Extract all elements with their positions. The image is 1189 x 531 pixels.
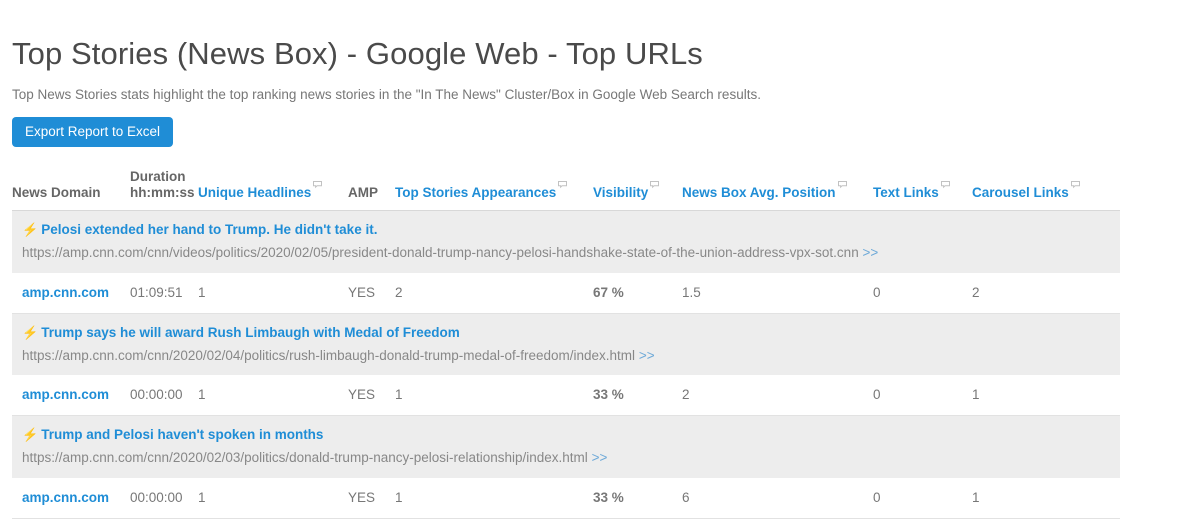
column-header-carousel-links[interactable]: Carousel Links xyxy=(972,169,1120,212)
story-url-expand-link[interactable]: >> xyxy=(639,348,655,363)
amp-bolt-icon: ⚡ xyxy=(22,324,39,340)
amp-bolt-icon: ⚡ xyxy=(22,222,39,238)
page-subtitle: Top News Stories stats highlight the top… xyxy=(12,86,761,102)
column-header-label-line2: hh:mm:ss xyxy=(130,185,195,201)
cell-duration: 00:00:00 xyxy=(130,375,198,417)
cell-text-links: 0 xyxy=(873,375,972,417)
story-title-text[interactable]: Trump says he will award Rush Limbaugh w… xyxy=(41,325,460,340)
story-url-text: https://amp.cnn.com/cnn/2020/02/03/polit… xyxy=(22,449,588,465)
column-header-top-stories-appearances[interactable]: Top Stories Appearances xyxy=(395,169,593,212)
story-url-text: https://amp.cnn.com/cnn/videos/politics/… xyxy=(22,245,859,261)
column-header-label[interactable]: News Box Avg. Position xyxy=(682,185,836,200)
cell-news-domain: amp.cnn.com xyxy=(12,272,130,314)
story-header-cell: ⚡ Trump says he will award Rush Limbaugh … xyxy=(12,312,1120,376)
tooltip-icon[interactable] xyxy=(1070,181,1080,189)
story-title-text[interactable]: Trump and Pelosi haven't spoken in month… xyxy=(41,427,323,442)
story-url: https://amp.cnn.com/cnn/videos/politics/… xyxy=(22,244,1110,262)
story-header-cell: ⚡ Pelosi extended her hand to Trump. He d… xyxy=(12,210,1120,273)
cell-unique-headlines: 1 xyxy=(198,272,348,314)
tooltip-icon[interactable] xyxy=(313,181,323,189)
export-report-to-excel-button[interactable]: Export Report to Excel xyxy=(12,116,174,148)
cell-amp: YES xyxy=(348,477,395,519)
column-header-label[interactable]: Top Stories Appearances xyxy=(395,185,556,200)
cell-carousel-links: 1 xyxy=(972,375,1120,417)
tooltip-icon[interactable] xyxy=(650,181,660,189)
cell-duration: 01:09:51 xyxy=(130,272,198,314)
table-header-row: News Domain Duration hh:mm:ss Unique Hea… xyxy=(12,169,1120,212)
cell-news-domain: amp.cnn.com xyxy=(12,375,130,417)
cell-text-links: 0 xyxy=(873,477,972,519)
news-domain-link[interactable]: amp.cnn.com xyxy=(22,285,109,300)
story-header-row: ⚡ Pelosi extended her hand to Trump. He d… xyxy=(12,210,1120,273)
column-header-label[interactable]: Text Links xyxy=(873,185,939,200)
tooltip-icon[interactable] xyxy=(837,181,847,189)
cell-unique-headlines: 1 xyxy=(198,477,348,519)
news-domain-link[interactable]: amp.cnn.com xyxy=(22,490,109,505)
tooltip-icon[interactable] xyxy=(940,181,950,189)
cell-visibility: 67 % xyxy=(593,272,682,314)
column-header-news-domain: News Domain xyxy=(12,169,130,212)
column-header-visibility[interactable]: Visibility xyxy=(593,169,682,212)
page-title: Top Stories (News Box) - Google Web - To… xyxy=(12,36,703,71)
column-header-text-links[interactable]: Text Links xyxy=(873,169,972,212)
report-page: Top Stories (News Box) - Google Web - To… xyxy=(0,0,1189,519)
table-row: amp.cnn.com 00:00:00 1 YES 1 33 % 2 0 1 xyxy=(12,375,1120,417)
table-row: amp.cnn.com 01:09:51 1 YES 2 67 % 1.5 0 … xyxy=(12,272,1120,314)
table-row: amp.cnn.com 00:00:00 1 YES 1 33 % 6 0 1 xyxy=(12,477,1120,519)
story-url: https://amp.cnn.com/cnn/2020/02/03/polit… xyxy=(22,449,1110,467)
cell-carousel-links: 2 xyxy=(972,272,1120,314)
amp-bolt-icon: ⚡ xyxy=(22,427,39,443)
table-body: ⚡ Pelosi extended her hand to Trump. He d… xyxy=(12,210,1120,519)
story-header-row: ⚡ Trump and Pelosi haven't spoken in mont… xyxy=(12,415,1120,478)
cell-top-stories-appearances: 1 xyxy=(395,477,593,519)
cell-amp: YES xyxy=(348,272,395,314)
story-title-link[interactable]: ⚡ Pelosi extended her hand to Trump. He d… xyxy=(22,221,1110,239)
column-header-label[interactable]: Unique Headlines xyxy=(198,185,311,200)
story-header-cell: ⚡ Trump and Pelosi haven't spoken in mont… xyxy=(12,415,1120,478)
cell-news-domain: amp.cnn.com xyxy=(12,477,130,519)
cell-text-links: 0 xyxy=(873,272,972,314)
cell-news-box-avg-position: 2 xyxy=(682,375,873,417)
cell-amp: YES xyxy=(348,375,395,417)
cell-carousel-links: 1 xyxy=(972,477,1120,519)
story-url-text: https://amp.cnn.com/cnn/2020/02/04/polit… xyxy=(22,347,636,363)
story-title-link[interactable]: ⚡ Trump says he will award Rush Limbaugh … xyxy=(22,324,1110,342)
column-header-duration: Duration hh:mm:ss xyxy=(130,169,198,212)
column-header-label[interactable]: Visibility xyxy=(593,185,648,200)
cell-top-stories-appearances: 2 xyxy=(395,272,593,314)
cell-news-box-avg-position: 6 xyxy=(682,477,873,519)
cell-unique-headlines: 1 xyxy=(198,375,348,417)
news-domain-link[interactable]: amp.cnn.com xyxy=(22,387,109,402)
story-url: https://amp.cnn.com/cnn/2020/02/04/polit… xyxy=(22,347,1110,365)
column-header-unique-headlines[interactable]: Unique Headlines xyxy=(198,169,348,212)
story-title-text[interactable]: Pelosi extended her hand to Trump. He di… xyxy=(41,222,377,237)
column-header-label-line1: Duration xyxy=(130,169,186,185)
cell-top-stories-appearances: 1 xyxy=(395,375,593,417)
cell-news-box-avg-position: 1.5 xyxy=(682,272,873,314)
column-header-label[interactable]: Carousel Links xyxy=(972,185,1069,200)
tooltip-icon[interactable] xyxy=(558,181,568,189)
story-header-row: ⚡ Trump says he will award Rush Limbaugh … xyxy=(12,312,1120,376)
column-header-amp: AMP xyxy=(348,169,395,212)
column-header-label: News Domain xyxy=(12,185,101,201)
story-url-expand-link[interactable]: >> xyxy=(592,450,608,465)
story-title-link[interactable]: ⚡ Trump and Pelosi haven't spoken in mont… xyxy=(22,426,1110,444)
cell-visibility: 33 % xyxy=(593,477,682,519)
cell-duration: 00:00:00 xyxy=(130,477,198,519)
cell-visibility: 33 % xyxy=(593,375,682,417)
column-header-label: AMP xyxy=(348,185,378,201)
column-header-news-box-avg-position[interactable]: News Box Avg. Position xyxy=(682,169,873,212)
story-url-expand-link[interactable]: >> xyxy=(862,245,878,260)
top-urls-table: News Domain Duration hh:mm:ss Unique Hea… xyxy=(12,169,1120,519)
